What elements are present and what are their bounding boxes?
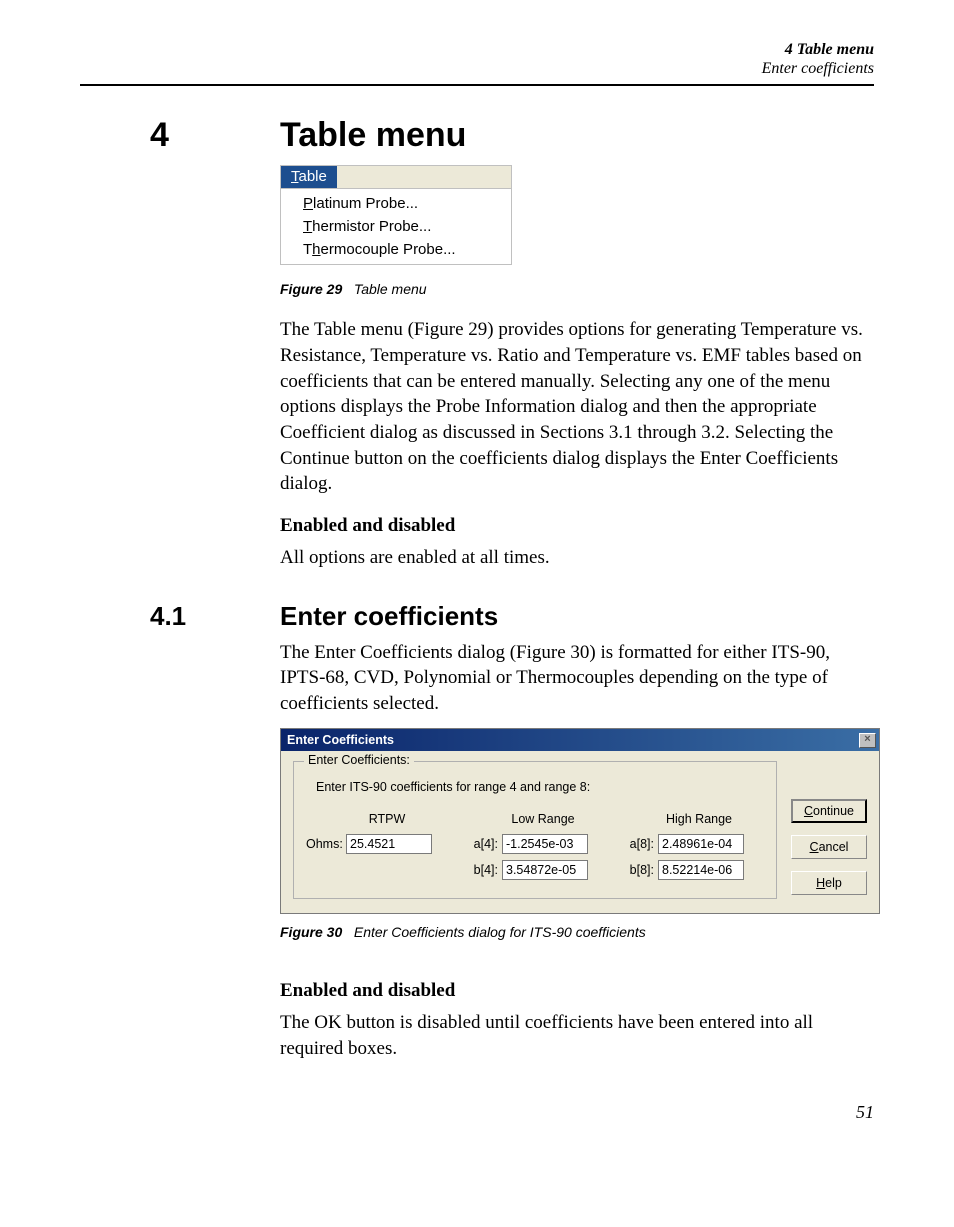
dialog-titlebar: Enter Coefficients ×	[281, 729, 879, 751]
enter-coefficients-dialog: Enter Coefficients × Enter Coefficients:…	[280, 728, 880, 914]
section-title: Table menu	[280, 116, 466, 155]
ohms-row: Ohms:	[306, 834, 432, 854]
page-number: 51	[80, 1102, 874, 1123]
content-block-1: Table Platinum Probe... Thermistor Probe…	[280, 165, 874, 570]
ohms-input[interactable]	[346, 834, 432, 854]
dialog-buttons: Continue Cancel Help	[791, 761, 867, 899]
subsection-title: Enter coefficients	[280, 601, 498, 632]
b4-label: b[4]:	[462, 863, 498, 877]
running-head: 4 Table menu Enter coefficients	[80, 40, 874, 78]
figure-30-text: Enter Coefficients dialog for ITS-90 coe…	[354, 924, 646, 940]
figure-29-text: Table menu	[354, 281, 427, 297]
figure-30-caption: Figure 30 Enter Coefficients dialog for …	[280, 924, 874, 940]
subsection-heading: 4.1 Enter coefficients	[80, 601, 874, 632]
menu-bar: Table	[281, 166, 511, 188]
high-range-column: High Range a[8]: b[8]:	[618, 812, 744, 880]
menu-popup: Platinum Probe... Thermistor Probe... Th…	[281, 188, 511, 264]
b8-label: b[8]:	[618, 863, 654, 877]
groupbox-title: Enter Coefficients:	[304, 753, 414, 767]
paragraph-enter-coeff: The Enter Coefficients dialog (Figure 30…	[280, 640, 874, 717]
dialog-title: Enter Coefficients	[287, 733, 394, 747]
rtpw-header: RTPW	[306, 812, 432, 826]
menu-bar-item-table[interactable]: Table	[281, 166, 337, 188]
menu-item-platinum[interactable]: Platinum Probe...	[281, 192, 511, 215]
header-rule	[80, 84, 874, 86]
figure-30-label: Figure 30	[280, 924, 342, 940]
section-number: 4	[80, 116, 280, 155]
enabled-disabled-head-1: Enabled and disabled	[280, 515, 874, 537]
content-block-2: The Enter Coefficients dialog (Figure 30…	[280, 640, 874, 1062]
a8-label: a[8]:	[618, 837, 654, 851]
enter-coefficients-groupbox: Enter Coefficients: Enter ITS-90 coeffic…	[293, 761, 777, 899]
a8-input[interactable]	[658, 834, 744, 854]
ohms-label: Ohms:	[306, 837, 342, 851]
b8-input[interactable]	[658, 860, 744, 880]
low-range-column: Low Range a[4]: b[4]:	[462, 812, 588, 880]
coefficient-columns: RTPW Ohms: Low Range a[4]:	[306, 812, 764, 880]
menu-item-thermistor[interactable]: Thermistor Probe...	[281, 215, 511, 238]
page: 4 Table menu Enter coefficients 4 Table …	[0, 0, 954, 1163]
section-heading: 4 Table menu	[80, 116, 874, 155]
rtpw-column: RTPW Ohms:	[306, 812, 432, 854]
a4-input[interactable]	[502, 834, 588, 854]
enabled-disabled-body-2: The OK button is disabled until coeffici…	[280, 1010, 874, 1061]
continue-button[interactable]: Continue	[791, 799, 867, 823]
a4-row: a[4]:	[462, 834, 588, 854]
figure-29-caption: Figure 29 Table menu	[280, 281, 874, 297]
paragraph-table-menu: The Table menu (Figure 29) provides opti…	[280, 317, 874, 496]
close-icon[interactable]: ×	[859, 733, 876, 748]
subsection-number: 4.1	[80, 601, 280, 632]
b4-input[interactable]	[502, 860, 588, 880]
high-range-header: High Range	[618, 812, 744, 826]
enabled-disabled-body-1: All options are enabled at all times.	[280, 545, 874, 571]
menu-item-thermocouple[interactable]: Thermocouple Probe...	[281, 238, 511, 261]
b8-row: b[8]:	[618, 860, 744, 880]
a4-label: a[4]:	[462, 837, 498, 851]
a8-row: a[8]:	[618, 834, 744, 854]
enabled-disabled-head-2: Enabled and disabled	[280, 980, 874, 1002]
table-menu-screenshot: Table Platinum Probe... Thermistor Probe…	[280, 165, 512, 265]
help-button[interactable]: Help	[791, 871, 867, 895]
low-range-header: Low Range	[462, 812, 588, 826]
b4-row: b[4]:	[462, 860, 588, 880]
figure-29-label: Figure 29	[280, 281, 342, 297]
running-head-line2: Enter coefficients	[80, 59, 874, 78]
groupbox-description: Enter ITS-90 coefficients for range 4 an…	[316, 780, 762, 794]
dialog-body: Enter Coefficients: Enter ITS-90 coeffic…	[281, 751, 879, 913]
running-head-line1: 4 Table menu	[80, 40, 874, 59]
cancel-button[interactable]: Cancel	[791, 835, 867, 859]
